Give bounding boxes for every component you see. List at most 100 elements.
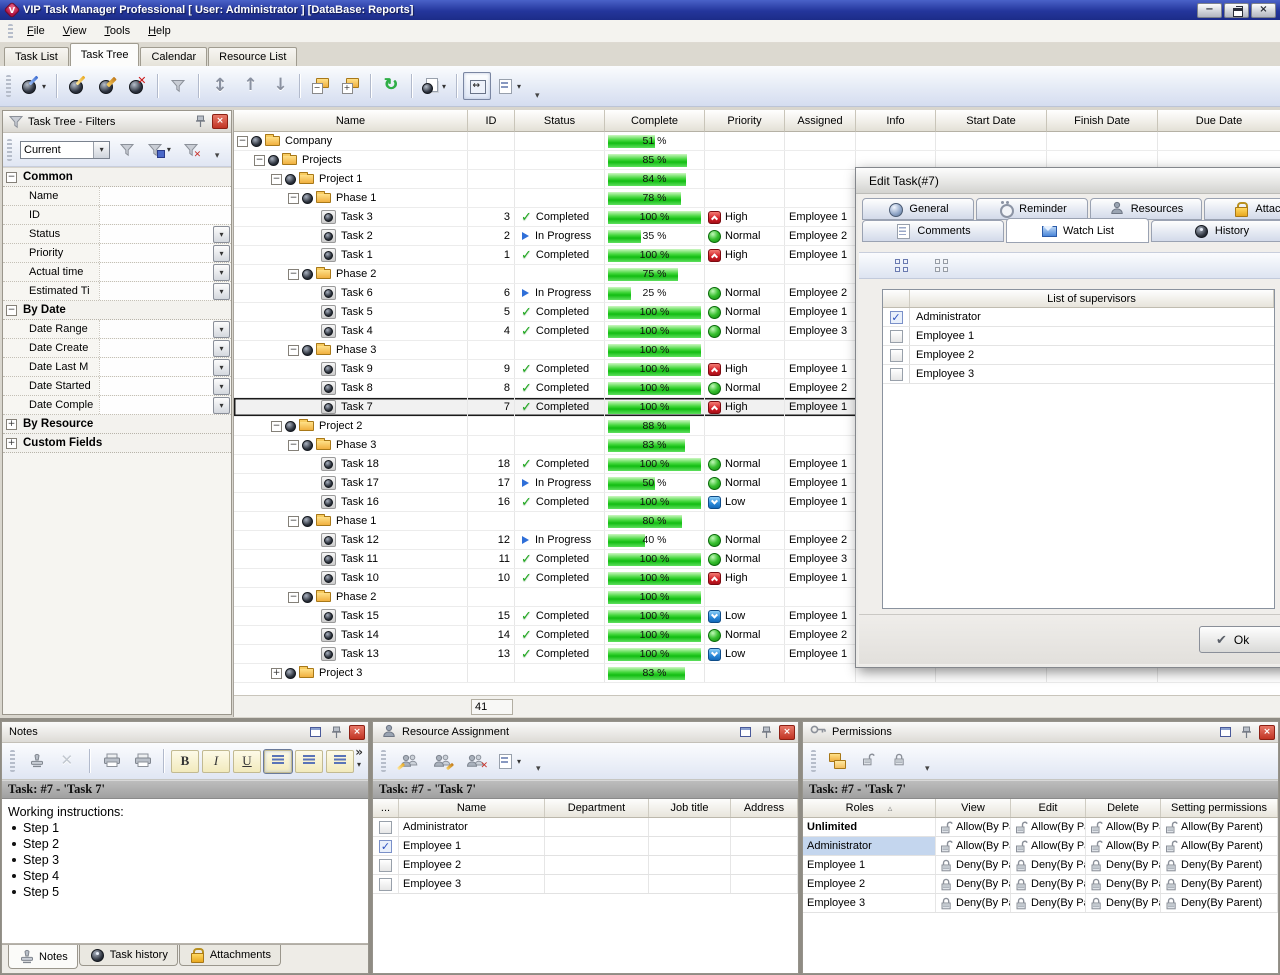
dialog-tab-resources[interactable]: Resources <box>1090 198 1202 220</box>
collapse-node-icon[interactable]: − <box>288 269 299 280</box>
filter-field-value[interactable] <box>99 244 213 262</box>
filter-row-status[interactable]: Status▾ <box>3 225 231 244</box>
align-right-button[interactable] <box>326 750 354 773</box>
refresh-button[interactable] <box>377 72 405 100</box>
ok-button[interactable]: ✔ Ok <box>1199 626 1280 653</box>
permission-row[interactable]: UnlimitedAllow(By Parent)Allow(By Parent… <box>803 818 1278 837</box>
select-all-button[interactable] <box>887 252 915 280</box>
filter-dropdown-button[interactable]: ▾ <box>213 264 230 281</box>
toolbar-grip[interactable] <box>7 139 12 161</box>
permission-row[interactable]: Employee 3Deny(By Parent)Deny(By Parent)… <box>803 894 1278 913</box>
filter-row-date-started[interactable]: Date Started▾ <box>3 377 231 396</box>
column-header-start-date[interactable]: Start Date <box>936 110 1047 132</box>
move-up-button[interactable] <box>235 72 263 100</box>
restore-icon[interactable] <box>1217 725 1233 740</box>
supervisor-checkbox[interactable] <box>890 349 903 362</box>
filter-row-estimated-ti[interactable]: Estimated Ti▾ <box>3 282 231 301</box>
filter-dropdown-button[interactable]: ▾ <box>213 245 230 262</box>
resource-row[interactable]: Administrator <box>373 818 798 837</box>
chevron-down-icon[interactable]: ▾ <box>93 142 109 158</box>
dialog-tab-history[interactable]: History <box>1151 220 1280 242</box>
resource-checkbox[interactable] <box>379 821 392 834</box>
columns-button[interactable]: ▾ <box>493 72 525 100</box>
filter-row-id[interactable]: ID <box>3 206 231 225</box>
resource-row[interactable]: Employee 3 <box>373 875 798 894</box>
restore-icon[interactable] <box>307 725 323 740</box>
collapse-section-icon[interactable]: − <box>6 172 17 183</box>
filter-dropdown-button[interactable]: ▾ <box>213 283 230 300</box>
resource-row[interactable]: Employee 1 <box>373 837 798 856</box>
tab-task-tree[interactable]: Task Tree <box>70 43 140 66</box>
permission-row[interactable]: Employee 1Deny(By Parent)Deny(By Parent)… <box>803 856 1278 875</box>
filter-field-value[interactable] <box>99 320 213 338</box>
resource-checkbox[interactable] <box>379 878 392 891</box>
column-header-name[interactable]: Name <box>234 110 468 132</box>
filter-row-actual-time[interactable]: Actual time▾ <box>3 263 231 282</box>
dropdown-arrow-icon[interactable]: ▾ <box>357 760 361 769</box>
permission-row[interactable]: Employee 2Deny(By Parent)Deny(By Parent)… <box>803 875 1278 894</box>
chevron-double-icon[interactable]: » <box>355 746 363 758</box>
restore-button[interactable] <box>1224 3 1249 18</box>
align-left-button[interactable] <box>264 750 292 773</box>
toolbar-grip[interactable] <box>811 750 816 772</box>
dialog-tab-reminder[interactable]: Reminder <box>976 198 1088 220</box>
filter-dropdown-button[interactable]: ▾ <box>213 397 230 414</box>
filter-row-date-range[interactable]: Date Range▾ <box>3 320 231 339</box>
pin-icon[interactable] <box>1238 725 1254 740</box>
restore-icon[interactable] <box>737 725 753 740</box>
edit-assignment-button[interactable] <box>427 747 457 775</box>
column-header-setting-permissions[interactable]: Setting permissions <box>1161 799 1278 817</box>
resource-checkbox[interactable] <box>379 859 392 872</box>
menubar-grip[interactable] <box>8 24 13 39</box>
collapse-section-icon[interactable]: − <box>6 305 17 316</box>
collapse-node-icon[interactable]: − <box>254 155 265 166</box>
filter-dropdown-button[interactable]: ▾ <box>213 359 230 376</box>
supervisor-row[interactable]: Employee 2 <box>883 346 1274 365</box>
close-button[interactable]: × <box>1251 3 1276 18</box>
column-header-department[interactable]: Department <box>545 799 649 817</box>
print-preview-button[interactable] <box>97 747 125 775</box>
permission-row[interactable]: AdministratorAllow(By Parent)Allow(By Pa… <box>803 837 1278 856</box>
toolbar-grip[interactable] <box>381 750 386 772</box>
filter-field-value[interactable] <box>99 396 213 414</box>
filter-section-by-resource[interactable]: +By Resource <box>3 415 231 434</box>
column-header-job-title[interactable]: Job title <box>649 799 731 817</box>
supervisor-row[interactable]: Administrator <box>883 308 1274 327</box>
dialog-tab-attach[interactable]: Attach <box>1204 198 1280 220</box>
filter-section-by-date[interactable]: −By Date <box>3 301 231 320</box>
resource-row[interactable]: Employee 2 <box>373 856 798 875</box>
underline-button[interactable]: U <box>233 750 261 773</box>
columns-button[interactable]: ▾ <box>493 747 525 775</box>
new-task-button[interactable]: ▾ <box>18 72 50 100</box>
pin-icon[interactable] <box>758 725 774 740</box>
column-header-[interactable]: ... <box>373 799 399 817</box>
delete-task-button[interactable] <box>123 72 151 100</box>
duplicate-button[interactable]: ▾ <box>418 72 450 100</box>
move-down-button[interactable] <box>265 72 293 100</box>
supervisor-row[interactable]: Employee 1 <box>883 327 1274 346</box>
dialog-tab-watch-list[interactable]: Watch List <box>1006 218 1149 243</box>
column-header-priority[interactable]: Priority <box>705 110 785 132</box>
clear-filter-button[interactable] <box>177 136 205 164</box>
column-header-address[interactable]: Address <box>731 799 798 817</box>
supervisor-checkbox[interactable] <box>890 311 903 324</box>
tab-task-list[interactable]: Task List <box>4 47 69 66</box>
menu-help[interactable]: Help <box>139 22 180 40</box>
allow-permission-button[interactable] <box>855 747 883 775</box>
deselect-all-button[interactable] <box>927 252 955 280</box>
expand-collapse-button[interactable] <box>205 72 233 100</box>
collapse-node-icon[interactable]: − <box>288 516 299 527</box>
close-icon[interactable]: × <box>349 725 365 740</box>
filter-row-name[interactable]: Name <box>3 187 231 206</box>
filter-field-value[interactable] <box>99 282 213 300</box>
assign-resource-button[interactable] <box>394 747 424 775</box>
toolbar-grip[interactable] <box>6 75 11 97</box>
filter-preset-select[interactable]: Current ▾ <box>20 141 110 159</box>
column-header-id[interactable]: ID <box>468 110 515 132</box>
overflow-more-button[interactable] <box>527 88 552 104</box>
column-header-roles[interactable]: Roles▵ <box>803 799 936 817</box>
deny-permission-button[interactable] <box>886 747 914 775</box>
tab-calendar[interactable]: Calendar <box>140 47 207 66</box>
column-header-delete[interactable]: Delete <box>1086 799 1161 817</box>
filter-section-common[interactable]: −Common <box>3 168 231 187</box>
